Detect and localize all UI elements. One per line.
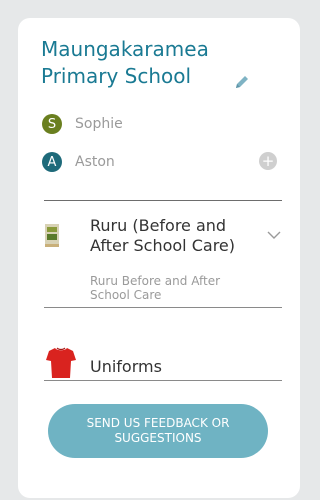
add-child-button[interactable]: + <box>259 152 277 170</box>
child-avatar: A <box>42 152 62 172</box>
divider <box>44 380 282 381</box>
child-name: Sophie <box>75 116 123 132</box>
child-name: Aston <box>75 154 115 170</box>
divider <box>44 200 282 201</box>
feedback-button[interactable]: SEND US FEEDBACK OR SUGGESTIONS <box>48 404 268 458</box>
chevron-down-icon[interactable] <box>267 228 281 242</box>
child-avatar: S <box>42 114 62 134</box>
uniforms-link[interactable]: Uniforms <box>90 357 162 376</box>
divider <box>44 307 282 308</box>
child-item-aston[interactable]: A Aston <box>42 151 115 173</box>
pencil-icon[interactable] <box>234 74 250 90</box>
school-card: Maungakaramea Primary School S Sophie A … <box>18 18 300 498</box>
book-icon <box>45 224 59 247</box>
school-name: Maungakaramea Primary School <box>41 37 209 88</box>
service-title[interactable]: Ruru (Before and After School Care) <box>90 216 258 256</box>
child-item-sophie[interactable]: S Sophie <box>42 113 123 135</box>
service-subtitle[interactable]: Ruru Before and After School Care <box>90 274 260 302</box>
shirt-icon <box>46 347 76 378</box>
